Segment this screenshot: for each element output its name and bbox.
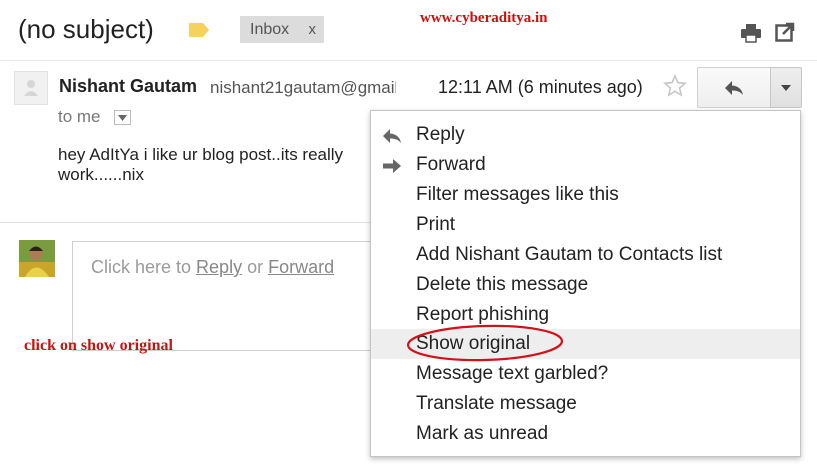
reply-prompt: Click here to Reply or Forward xyxy=(91,257,334,278)
menu-item-label: Filter messages like this xyxy=(416,184,619,205)
menu-item-translate-message[interactable]: Translate message xyxy=(371,389,800,419)
message-body-line: hey AdItYa i like ur blog post..its real… xyxy=(58,145,344,164)
menu-item-add-to-contacts[interactable]: Add Nishant Gautam to Contacts list xyxy=(371,240,800,270)
sender-email: nishant21gautam@gmail.com xyxy=(210,78,396,97)
menu-item-delete-message[interactable]: Delete this message xyxy=(371,270,800,300)
menu-item-print[interactable]: Print xyxy=(371,210,800,240)
menu-item-label: Delete this message xyxy=(416,274,589,295)
message-timestamp: 12:11 AM (6 minutes ago) xyxy=(438,77,643,97)
message-body: hey AdItYa i like ur blog post..its real… xyxy=(58,145,370,185)
menu-item-label: Translate message xyxy=(416,393,577,414)
user-photo xyxy=(19,240,55,277)
highlight-ring-annotation xyxy=(406,324,564,362)
reply-link[interactable]: Reply xyxy=(196,257,242,277)
header-divider xyxy=(0,60,817,61)
message-body-line: work......nix xyxy=(58,165,144,184)
show-details-button[interactable] xyxy=(114,110,131,125)
watermark-text: www.cyberaditya.in xyxy=(420,10,548,26)
menu-item-label: Message text garbled? xyxy=(416,363,609,384)
label-tag-icon[interactable] xyxy=(188,22,210,38)
remove-label-button[interactable]: x xyxy=(309,21,317,38)
menu-item-label: Print xyxy=(416,214,456,235)
menu-item-label: Forward xyxy=(416,154,486,175)
new-window-icon[interactable] xyxy=(775,22,795,42)
message-subject: (no subject) xyxy=(18,14,154,44)
user-avatar xyxy=(19,240,55,277)
caret-down-icon xyxy=(118,114,127,121)
more-actions-button[interactable] xyxy=(770,67,802,108)
menu-item-forward[interactable]: Forward xyxy=(371,150,800,180)
reply-icon xyxy=(383,129,401,143)
inbox-label-text: Inbox xyxy=(250,20,290,38)
reply-arrow-icon xyxy=(725,80,743,95)
recipients-text: to me xyxy=(58,107,101,126)
inbox-label-chip[interactable]: Inbox x xyxy=(240,16,324,43)
menu-item-label: Mark as unread xyxy=(416,423,549,444)
person-placeholder-icon xyxy=(24,80,38,96)
menu-item-mark-as-unread[interactable]: Mark as unread xyxy=(371,419,800,449)
star-icon[interactable] xyxy=(663,74,687,98)
forward-icon xyxy=(383,159,401,173)
sender-name[interactable]: Nishant Gautam xyxy=(59,76,197,97)
menu-item-reply[interactable]: Reply xyxy=(371,120,800,150)
menu-item-label: Reply xyxy=(416,124,465,145)
menu-item-filter-messages[interactable]: Filter messages like this xyxy=(371,180,800,210)
menu-item-label: Add Nishant Gautam to Contacts list xyxy=(416,244,723,265)
chevron-down-icon xyxy=(781,84,791,91)
sender-avatar xyxy=(14,71,48,105)
print-icon[interactable] xyxy=(740,23,762,43)
message-actions-menu: Reply Forward Filter messages like this … xyxy=(370,110,801,457)
reply-button[interactable] xyxy=(697,67,771,108)
tutorial-annotation: click on show original xyxy=(24,337,173,354)
forward-link[interactable]: Forward xyxy=(268,257,334,277)
message-divider xyxy=(0,222,372,223)
reply-prompt-prefix: Click here to xyxy=(91,257,197,277)
reply-prompt-or: or xyxy=(242,257,269,277)
